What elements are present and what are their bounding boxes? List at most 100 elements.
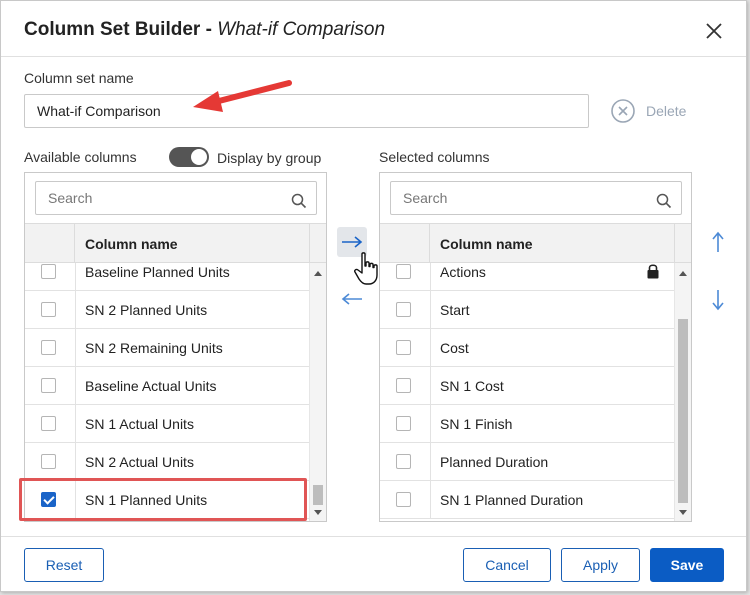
row-checkbox[interactable] [41, 454, 56, 469]
header-scroll-spacer [309, 224, 326, 262]
row-checkbox[interactable] [396, 340, 411, 355]
selected-table-header: Column name [380, 223, 691, 263]
row-divider [430, 443, 431, 480]
arrow-up-icon [712, 231, 724, 252]
row-divider [430, 367, 431, 404]
table-row[interactable]: Baseline Actual Units [25, 367, 309, 405]
reset-button[interactable]: Reset [24, 548, 104, 582]
row-divider [75, 329, 76, 366]
row-label: SN 2 Planned Units [85, 302, 208, 318]
row-divider [430, 481, 431, 518]
row-checkbox[interactable] [396, 378, 411, 393]
row-divider [75, 443, 76, 480]
table-row[interactable]: Planned Duration [380, 443, 674, 481]
column-name-header: Column name [440, 236, 533, 252]
row-divider [430, 405, 431, 442]
table-row[interactable]: SN 2 Actual Units [25, 443, 309, 481]
move-down-button[interactable] [703, 285, 733, 315]
lock-icon [647, 264, 659, 279]
available-rows: Baseline Planned Units SN 2 Planned Unit… [25, 263, 326, 521]
column-set-name-label: Column set name [24, 70, 134, 86]
column-set-builder-dialog: Column Set Builder - What-if Comparison … [0, 0, 747, 592]
selected-scrollbar[interactable] [674, 263, 691, 521]
available-columns-label: Available columns [24, 149, 137, 165]
delete-circle-x-icon [611, 99, 635, 123]
cancel-button[interactable]: Cancel [463, 548, 551, 582]
display-by-group-toggle[interactable] [169, 147, 209, 167]
scroll-thumb[interactable] [313, 485, 323, 505]
row-checkbox[interactable] [396, 264, 411, 279]
row-label: SN 2 Actual Units [85, 454, 194, 470]
row-divider [430, 329, 431, 366]
row-divider [75, 481, 76, 518]
table-row-selected[interactable]: SN 1 Planned Units [25, 481, 309, 519]
row-checkbox[interactable] [396, 492, 411, 507]
selected-search-input[interactable] [390, 181, 682, 215]
delete-label: Delete [646, 103, 687, 119]
table-row[interactable]: Start [380, 291, 674, 329]
row-divider [75, 405, 76, 442]
scroll-up-arrow[interactable] [314, 271, 322, 276]
move-right-button[interactable] [337, 227, 367, 257]
selected-rows: Actions Start Cost SN 1 Cost SN 1 Finish… [380, 263, 691, 521]
row-label: Planned Duration [440, 454, 549, 470]
close-icon [706, 23, 722, 39]
scroll-up-arrow[interactable] [679, 271, 687, 276]
available-scrollbar[interactable] [309, 263, 326, 521]
scroll-down-arrow[interactable] [314, 510, 322, 515]
display-by-group-label: Display by group [217, 150, 322, 166]
available-search-input[interactable] [35, 181, 317, 215]
apply-button[interactable]: Apply [561, 548, 640, 582]
table-row[interactable]: SN 1 Actual Units [25, 405, 309, 443]
row-checkbox[interactable] [396, 302, 411, 317]
table-row[interactable]: SN 1 Finish [380, 405, 674, 443]
row-checkbox[interactable] [41, 378, 56, 393]
table-row[interactable]: SN 2 Remaining Units [25, 329, 309, 367]
row-label: SN 1 Actual Units [85, 416, 194, 432]
row-label: Start [440, 302, 470, 318]
available-table-header: Column name [25, 223, 326, 263]
table-row[interactable]: Actions [380, 263, 674, 291]
row-checkbox-checked[interactable] [41, 492, 56, 507]
row-label: SN 1 Finish [440, 416, 513, 432]
table-row[interactable]: Baseline Planned Units [25, 263, 309, 291]
row-label: Baseline Actual Units [85, 378, 217, 394]
scroll-thumb[interactable] [678, 319, 688, 503]
row-divider [75, 263, 76, 290]
move-up-button[interactable] [703, 227, 733, 257]
dialog-header: Column Set Builder - What-if Comparison [1, 1, 746, 57]
table-row[interactable]: SN 1 Cost [380, 367, 674, 405]
row-checkbox[interactable] [41, 302, 56, 317]
row-label: SN 1 Planned Duration [440, 492, 584, 508]
row-checkbox[interactable] [396, 454, 411, 469]
header-scroll-spacer [674, 224, 691, 262]
arrow-down-icon [712, 290, 724, 311]
row-label: SN 1 Cost [440, 378, 504, 394]
row-checkbox[interactable] [41, 340, 56, 355]
dialog-title: Column Set Builder - What-if Comparison [24, 19, 385, 41]
toggle-knob [191, 149, 207, 165]
column-set-name-input[interactable] [24, 94, 589, 128]
delete-button[interactable]: Delete [610, 97, 686, 125]
column-name-header: Column name [85, 236, 178, 252]
row-divider [75, 291, 76, 328]
save-button[interactable]: Save [650, 548, 724, 582]
table-row[interactable]: Cost [380, 329, 674, 367]
dialog-subtitle: What-if Comparison [217, 19, 386, 40]
row-divider [75, 367, 76, 404]
row-checkbox[interactable] [396, 416, 411, 431]
table-row[interactable]: SN 1 Planned Duration [380, 481, 674, 519]
header-checkbox-column [380, 224, 430, 262]
move-left-button[interactable] [337, 284, 367, 314]
header-checkbox-column [25, 224, 75, 262]
row-checkbox[interactable] [41, 264, 56, 279]
close-button[interactable] [703, 20, 725, 42]
scroll-down-arrow[interactable] [679, 510, 687, 515]
arrow-right-icon [342, 236, 363, 248]
dialog-title-text: Column Set Builder - [24, 19, 218, 40]
row-label: Actions [440, 264, 486, 280]
table-row[interactable]: SN 2 Planned Units [25, 291, 309, 329]
selected-columns-label: Selected columns [379, 149, 490, 165]
available-columns-panel: Column name Baseline Planned Units SN 2 … [24, 172, 327, 522]
row-checkbox[interactable] [41, 416, 56, 431]
